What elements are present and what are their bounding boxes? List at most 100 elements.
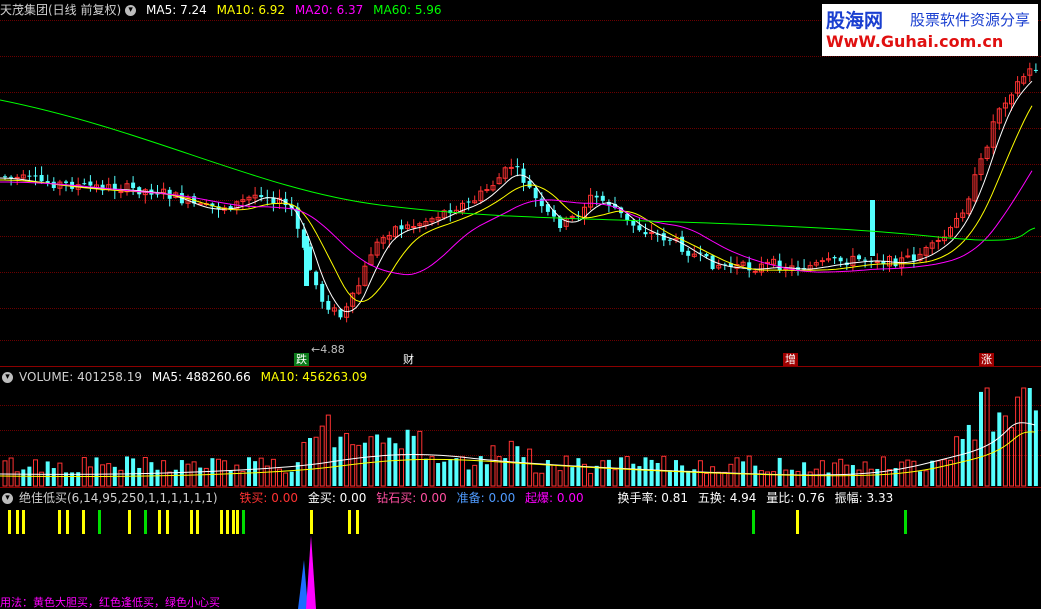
volume-bar: [423, 458, 428, 486]
volume-bar: [81, 457, 87, 487]
left-arrow-icon: ←: [311, 343, 321, 356]
volume-bar: [734, 457, 740, 487]
volume-bar: [954, 436, 960, 487]
candle-body: [569, 215, 575, 218]
volume-bar: [1015, 396, 1021, 487]
yellow-signal-bar: [66, 510, 69, 534]
yellow-signal-bar: [82, 510, 85, 534]
volume-bar: [856, 469, 862, 487]
candle-body: [88, 181, 93, 186]
watermark-url: WwW.Guhai.com.cn: [826, 32, 1004, 51]
candle-body: [533, 187, 538, 199]
volume-bar: [868, 468, 874, 487]
volume-bar: [563, 455, 569, 487]
volume-bar: [557, 470, 563, 487]
kline-chart[interactable]: [0, 0, 1041, 609]
volume-bar: [753, 465, 758, 486]
volume-bar: [191, 461, 197, 487]
volume-bar: [137, 467, 142, 486]
ma10-line: [0, 105, 1033, 303]
volume-bar: [930, 460, 935, 486]
indicator-name[interactable]: 绝佳低买(6,14,95,250,1,1,1,1,1,1): [19, 491, 218, 505]
volume-bar: [21, 469, 26, 486]
yellow-signal-bar: [220, 510, 223, 534]
yellow-signal-bar: [310, 510, 313, 534]
volume-bar: [490, 445, 496, 487]
volume-bar: [966, 424, 971, 486]
volume-bar: [325, 414, 331, 487]
candle-body: [832, 257, 837, 259]
volume-bar: [484, 464, 489, 486]
volume-bar: [728, 463, 734, 487]
candle-body: [3, 176, 7, 178]
prepare-value: 准备: 0.00: [456, 491, 516, 505]
volume-bar: [234, 464, 240, 487]
volume-bar: [448, 458, 453, 486]
candle-body: [14, 176, 20, 179]
candle-body: [64, 181, 68, 183]
candle-body: [33, 175, 38, 177]
yellow-signal-bar: [166, 510, 169, 534]
yellow-signal-bar: [158, 510, 161, 534]
iron-buy-value: 铁买: 0.00: [239, 491, 298, 505]
candle-body: [935, 239, 941, 242]
watermark-brand: 股海网: [826, 10, 884, 32]
settings-icon[interactable]: ▾: [2, 493, 13, 504]
volume-bar: [539, 472, 545, 487]
volume-bar: [228, 470, 233, 486]
volume-bar: [270, 458, 276, 487]
candle-body: [911, 254, 916, 261]
volume-bar: [216, 458, 221, 487]
event-marker[interactable]: 财: [401, 353, 416, 366]
gold-buy-value: 金买: 0.00: [307, 491, 367, 505]
settings-icon[interactable]: ▾: [2, 372, 13, 383]
volume-bar: [508, 440, 514, 487]
volume-ratio-value: 量比: 0.76: [766, 491, 825, 505]
volume-ma10-value: MA10: 456263.09: [260, 370, 368, 384]
volume-bar: [429, 456, 435, 487]
event-marker[interactable]: 涨: [979, 353, 994, 366]
green-signal-bar: [242, 510, 245, 534]
diamond-buy-value: 钻石买: 0.00: [376, 491, 447, 505]
volume-bar: [533, 472, 539, 487]
yellow-signal-bar: [58, 510, 61, 534]
candle-body: [9, 176, 14, 178]
candle-body: [1033, 69, 1038, 71]
event-marker[interactable]: 跌: [294, 353, 309, 366]
candle-body: [320, 283, 325, 302]
volume-bar: [149, 462, 154, 486]
volume-bar: [619, 457, 624, 486]
five-turnover-value: 五换: 4.94: [697, 491, 757, 505]
volume-bar: [118, 469, 124, 487]
yellow-signal-bar: [128, 510, 131, 534]
yellow-signal-bar: [236, 510, 239, 534]
volume-bar: [313, 436, 319, 487]
volume-bar: [51, 468, 56, 486]
volume-bar: [674, 460, 678, 486]
volume-bar: [1009, 427, 1014, 487]
volume-bar: [515, 446, 520, 486]
candle-body: [27, 175, 32, 177]
candle-body: [508, 166, 514, 169]
volume-bar: [887, 469, 892, 487]
ma20-value: MA20: 6.37: [294, 3, 364, 17]
yellow-signal-bar: [190, 510, 193, 534]
volume-bar: [802, 462, 807, 486]
volume-bar: [588, 472, 594, 487]
volume-bar: [813, 468, 819, 487]
volume-bar: [308, 438, 312, 486]
volume-bar: [319, 425, 325, 487]
settings-icon[interactable]: ▾: [125, 5, 137, 16]
yellow-signal-bar: [8, 510, 11, 534]
candle-body: [838, 257, 843, 262]
volume-bar: [789, 469, 794, 486]
volume-bar: [301, 441, 307, 487]
usage-text: 用法：黄色大胆买，红色逢低买，绿色小心买: [0, 596, 220, 609]
ma5-line: [0, 80, 1033, 313]
stock-title[interactable]: 天茂集团(日线 前复权): [0, 3, 121, 17]
volume-bar: [643, 457, 648, 486]
volume-value: VOLUME: 401258.19: [19, 370, 142, 384]
event-marker[interactable]: 增: [783, 353, 798, 366]
amplitude-value: 振幅: 3.33: [834, 491, 894, 505]
indicator-header: ▾ 绝佳低买(6,14,95,250,1,1,1,1,1,1) 铁买: 0.00 …: [0, 489, 899, 507]
